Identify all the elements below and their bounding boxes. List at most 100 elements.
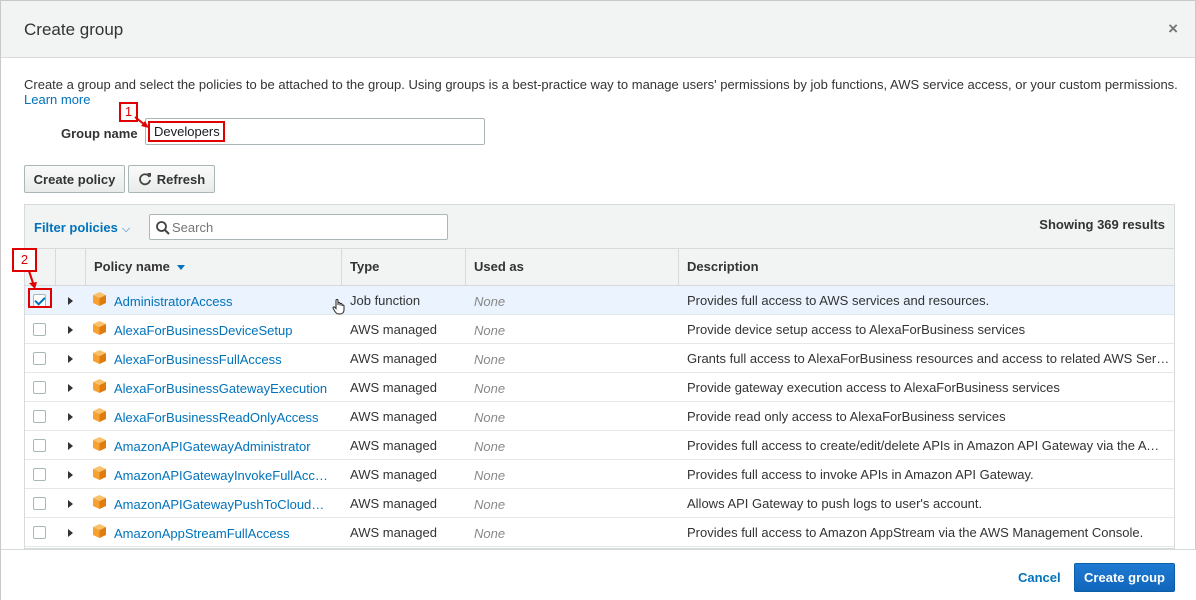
annotation-arrow-1 bbox=[134, 116, 149, 128]
column-header-description[interactable]: Description bbox=[678, 249, 1174, 285]
column-header-policy-name[interactable]: Policy name bbox=[85, 249, 341, 285]
filter-policies-label: Filter policies bbox=[34, 220, 118, 235]
table-row[interactable]: AmazonAppStreamFullAccess AWS managed None… bbox=[25, 518, 1174, 547]
table-row[interactable]: AlexaForBusinessDeviceSetup AWS managed No… bbox=[25, 315, 1174, 344]
header-expand-column bbox=[55, 249, 85, 285]
policy-name-link[interactable]: AlexaForBusinessReadOnlyAccess bbox=[114, 410, 334, 425]
learn-more-link[interactable]: Learn more bbox=[24, 92, 90, 107]
column-header-used-as[interactable]: Used as bbox=[465, 249, 678, 285]
expand-caret-icon[interactable] bbox=[68, 500, 73, 508]
refresh-button[interactable]: Refresh bbox=[128, 165, 215, 193]
policy-used-as: None bbox=[474, 468, 506, 483]
intro-description: Create a group and select the policies t… bbox=[24, 77, 1178, 92]
intro-text: Create a group and select the policies t… bbox=[24, 77, 1195, 107]
policy-description: Grants full access to AlexaForBusiness r… bbox=[687, 351, 1171, 366]
aws-policy-cube-icon bbox=[93, 292, 106, 306]
policy-description: Provide gateway execution access to Alex… bbox=[687, 380, 1060, 395]
policy-name-link[interactable]: AlexaForBusinessDeviceSetup bbox=[114, 323, 334, 338]
column-header-type[interactable]: Type bbox=[341, 249, 465, 285]
expand-caret-icon[interactable] bbox=[68, 384, 73, 392]
policy-type: AWS managed bbox=[350, 409, 437, 424]
policy-name-link[interactable]: AlexaForBusinessFullAccess bbox=[114, 352, 334, 367]
modal-title: Create group bbox=[24, 20, 124, 39]
table-row[interactable]: AlexaForBusinessReadOnlyAccess AWS manage… bbox=[25, 402, 1174, 431]
row-checkbox[interactable] bbox=[33, 526, 46, 539]
policy-used-as: None bbox=[474, 439, 506, 454]
row-checkbox[interactable] bbox=[33, 352, 46, 365]
policy-used-as: None bbox=[474, 410, 506, 425]
table-row[interactable]: AmazonAPIGatewayAdministrator AWS managed… bbox=[25, 431, 1174, 460]
policy-name-link[interactable]: AmazonAppStreamFullAccess bbox=[114, 526, 334, 541]
table-row[interactable]: AlexaForBusinessGatewayExecution AWS mana… bbox=[25, 373, 1174, 402]
policy-description: Provide device setup access to AlexaForB… bbox=[687, 322, 1026, 337]
table-row[interactable]: AmazonAPIGatewayPushToCloudWat... AWS man… bbox=[25, 489, 1174, 518]
expand-caret-icon[interactable] bbox=[68, 442, 73, 450]
aws-policy-cube-icon bbox=[93, 437, 106, 451]
annotation-step-2: 2 bbox=[12, 248, 37, 272]
annotation-highlight-checkbox bbox=[28, 288, 52, 308]
policy-description: Provides full access to Amazon AppStream… bbox=[687, 525, 1144, 540]
hand-cursor-icon bbox=[332, 299, 345, 315]
refresh-label: Refresh bbox=[156, 171, 206, 187]
expand-caret-icon[interactable] bbox=[68, 529, 73, 537]
aws-policy-cube-icon bbox=[93, 524, 106, 538]
policy-name-header-label: Policy name bbox=[94, 259, 170, 274]
policy-name-link[interactable]: AmazonAPIGatewayAdministrator bbox=[114, 439, 334, 454]
result-count: Showing 369 results bbox=[1039, 217, 1165, 232]
aws-policy-cube-icon bbox=[93, 379, 106, 393]
filter-policies-dropdown[interactable]: Filter policies ⌵ bbox=[34, 220, 130, 236]
sort-down-icon bbox=[176, 265, 185, 271]
aws-policy-cube-icon bbox=[93, 408, 106, 422]
policy-name-link[interactable]: AmazonAPIGatewayPushToCloudWat... bbox=[114, 497, 334, 512]
policy-name-link[interactable]: AlexaForBusinessGatewayExecution bbox=[114, 381, 334, 396]
policy-used-as: None bbox=[474, 381, 506, 396]
policy-description: Provides full access to invoke APIs in A… bbox=[687, 467, 1034, 482]
aws-policy-cube-icon bbox=[93, 495, 106, 509]
policy-description: Provide read only access to AlexaForBusi… bbox=[687, 409, 1006, 424]
row-checkbox[interactable] bbox=[33, 410, 46, 423]
table-row[interactable]: AmazonAPIGatewayInvokeFullAccess AWS mana… bbox=[25, 460, 1174, 489]
close-icon[interactable]: × bbox=[1168, 19, 1178, 39]
modal-header: Create group × bbox=[1, 1, 1195, 58]
policy-name-link[interactable]: AmazonAPIGatewayInvokeFullAccess bbox=[114, 468, 334, 483]
policy-type: Job function bbox=[350, 293, 421, 308]
refresh-icon bbox=[139, 173, 151, 186]
row-checkbox[interactable] bbox=[33, 497, 46, 510]
search-icon bbox=[156, 221, 170, 235]
search-input[interactable] bbox=[172, 218, 442, 236]
policy-used-as: None bbox=[474, 497, 506, 512]
policy-name-link[interactable]: AdministratorAccess bbox=[114, 294, 334, 309]
policy-type: AWS managed bbox=[350, 438, 437, 453]
policy-type: AWS managed bbox=[350, 351, 437, 366]
annotation-highlight-group-name bbox=[148, 121, 225, 142]
row-checkbox[interactable] bbox=[33, 468, 46, 481]
create-group-button[interactable]: Create group bbox=[1074, 563, 1175, 592]
policies-table: Filter policies⌵ Showing 369 results Pol… bbox=[24, 204, 1175, 549]
policy-description: Provides full access to AWS services and… bbox=[687, 293, 990, 308]
annotation-arrow-2 bbox=[28, 270, 37, 289]
expand-caret-icon[interactable] bbox=[68, 297, 73, 305]
filter-bar: Filter policies⌵ Showing 369 results bbox=[25, 205, 1174, 249]
table-body: AdministratorAccess Job function None Provi… bbox=[25, 286, 1174, 547]
search-box[interactable] bbox=[149, 214, 448, 240]
policy-description: Provides full access to create/edit/dele… bbox=[687, 438, 1171, 453]
chevron-down-icon: ⌵ bbox=[121, 223, 131, 235]
expand-caret-icon[interactable] bbox=[68, 355, 73, 363]
row-checkbox[interactable] bbox=[33, 323, 46, 336]
create-group-modal: Create group × Create a group and select… bbox=[0, 0, 1196, 600]
expand-caret-icon[interactable] bbox=[68, 471, 73, 479]
row-checkbox[interactable] bbox=[33, 381, 46, 394]
table-row[interactable]: AlexaForBusinessFullAccess AWS managed Non… bbox=[25, 344, 1174, 373]
group-name-label: Group name bbox=[61, 126, 138, 141]
cancel-button[interactable]: Cancel bbox=[1018, 570, 1061, 585]
policy-type: AWS managed bbox=[350, 380, 437, 395]
table-row[interactable]: AdministratorAccess Job function None Provi… bbox=[25, 286, 1174, 315]
expand-caret-icon[interactable] bbox=[68, 326, 73, 334]
expand-caret-icon[interactable] bbox=[68, 413, 73, 421]
row-checkbox[interactable] bbox=[33, 439, 46, 452]
aws-policy-cube-icon bbox=[93, 350, 106, 364]
policy-type: AWS managed bbox=[350, 525, 437, 540]
policy-used-as: None bbox=[474, 323, 506, 338]
create-policy-button[interactable]: Create policy bbox=[24, 165, 125, 193]
table-header: Policy name Type Used as Description bbox=[25, 249, 1174, 286]
